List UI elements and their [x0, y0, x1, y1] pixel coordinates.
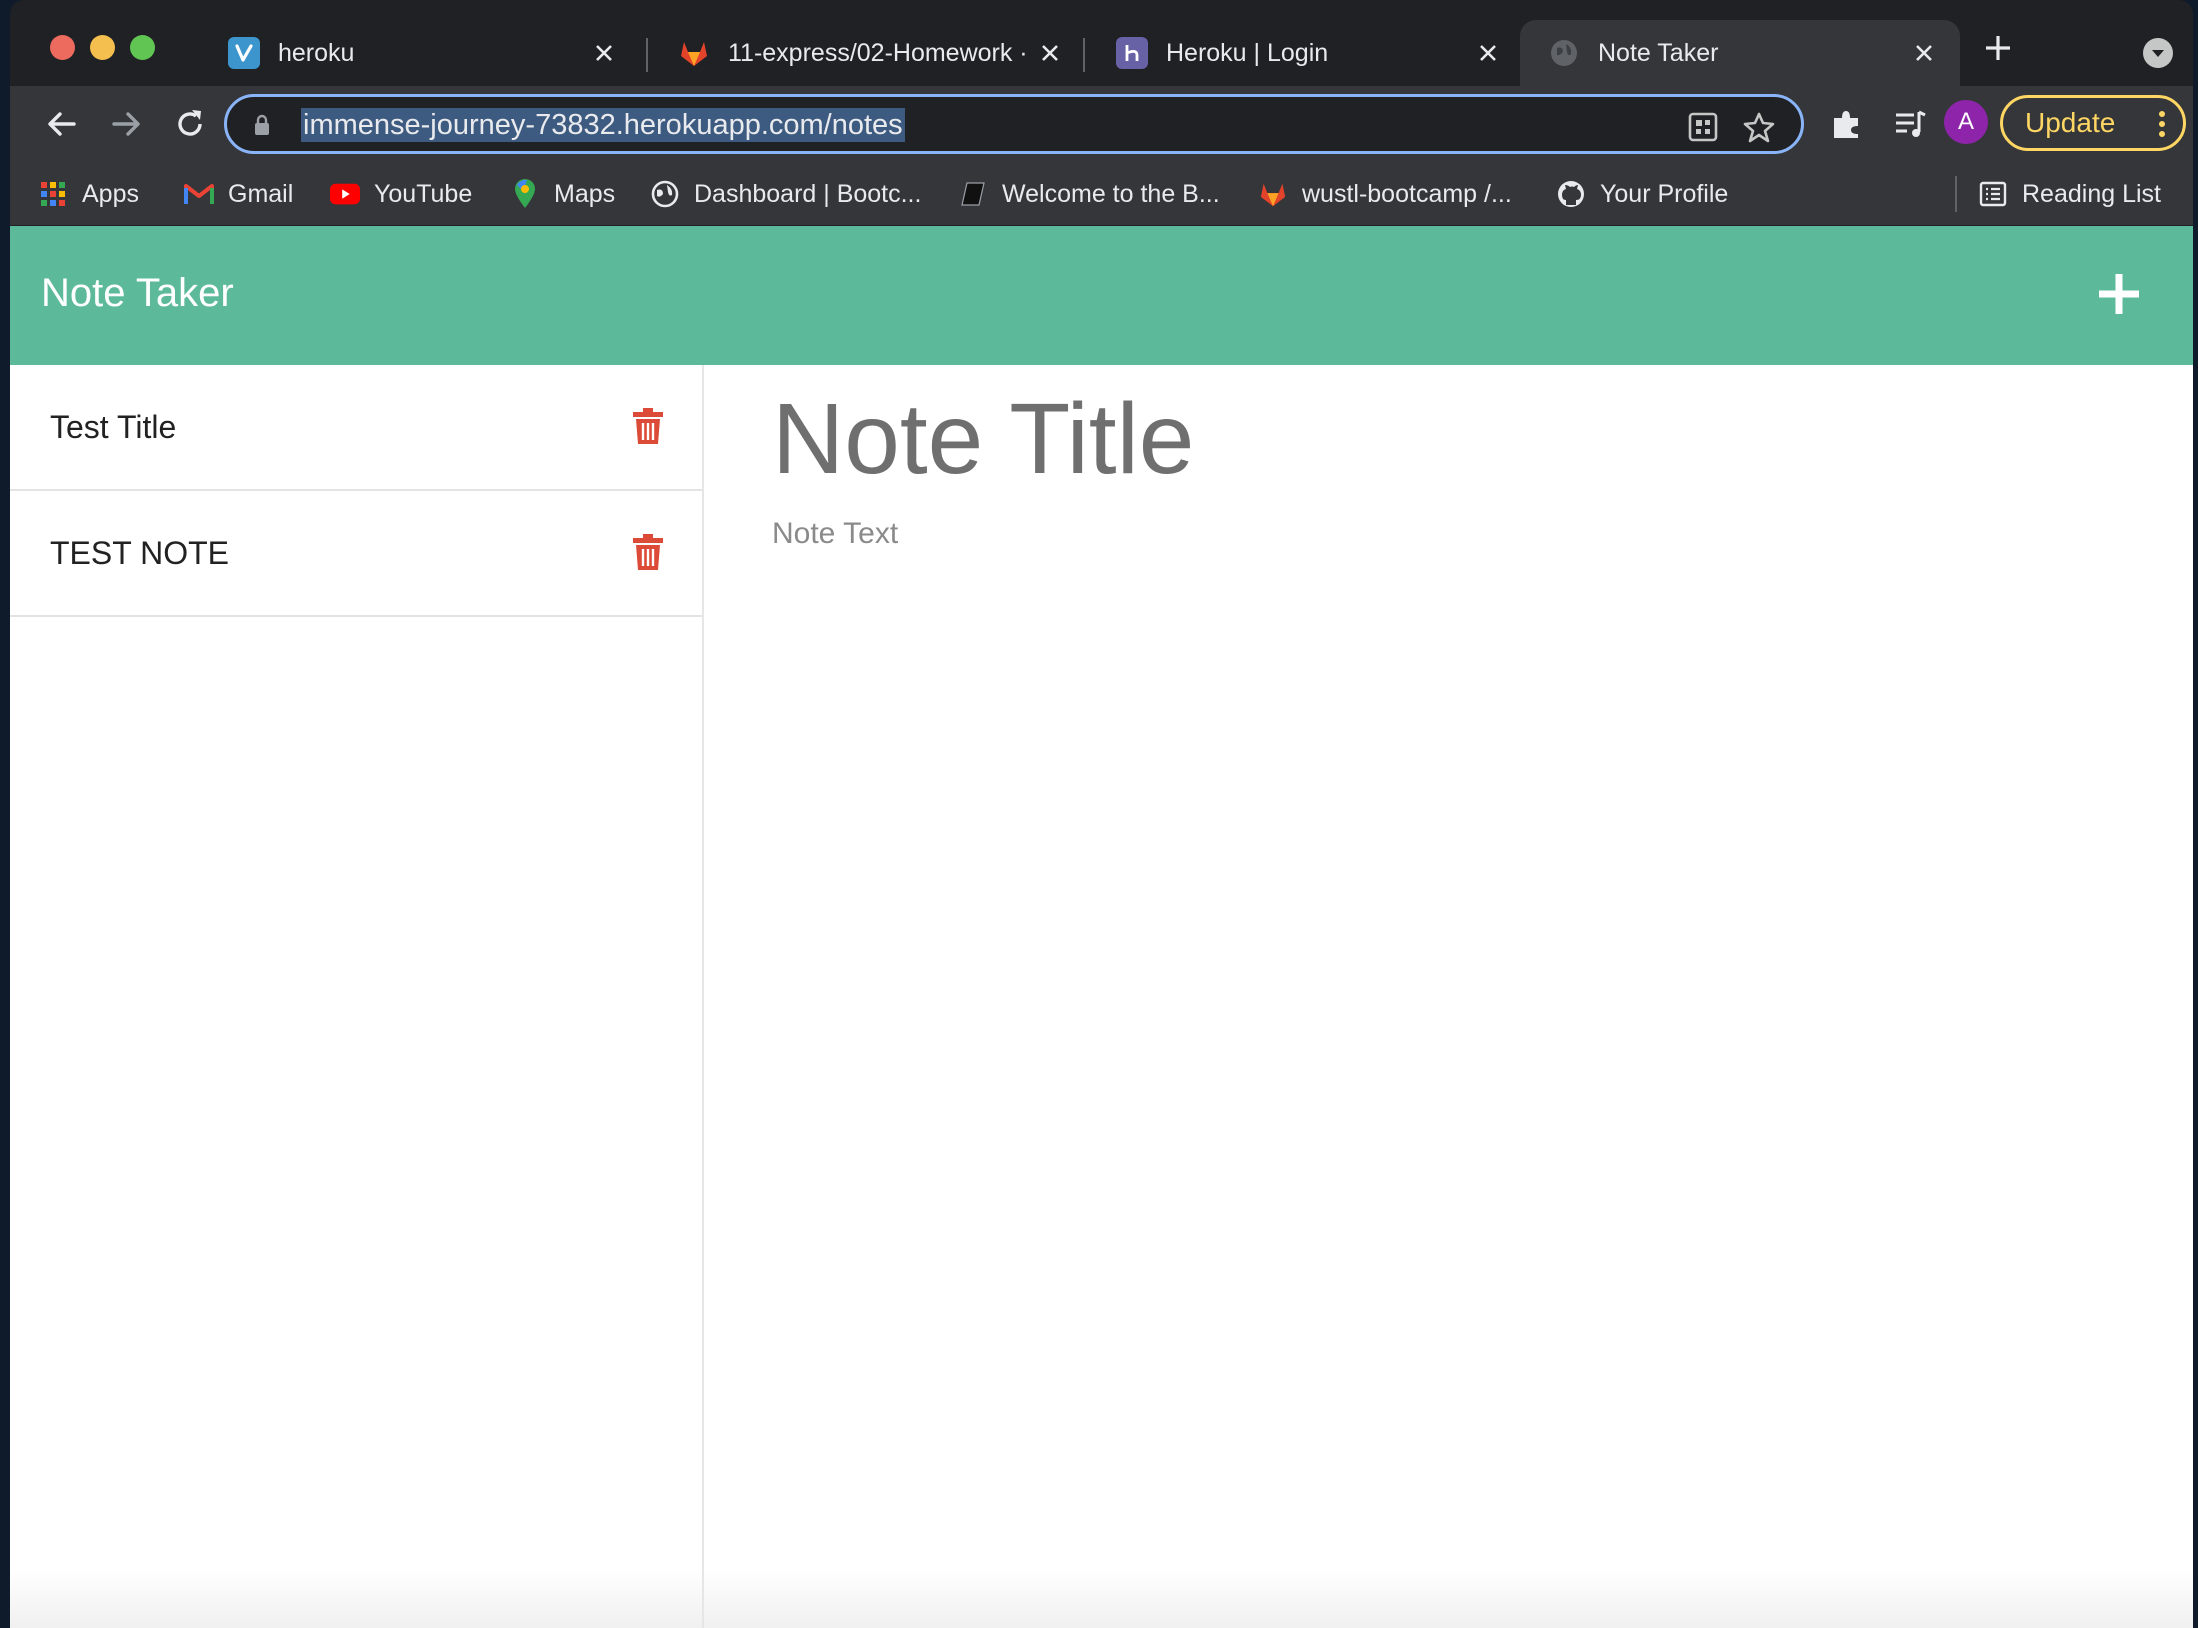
tab-note-taker[interactable]: Note Taker	[1520, 20, 1960, 86]
bookmark-welcome[interactable]: Welcome to the B...	[958, 176, 1220, 212]
github-icon	[1556, 179, 1586, 209]
tab-divider	[1083, 38, 1085, 72]
app-title[interactable]: Note Taker	[41, 271, 234, 316]
forward-arrow-icon[interactable]	[108, 106, 144, 142]
reading-list-icon	[1978, 179, 2008, 209]
bookmark-label: Gmail	[228, 179, 294, 208]
new-tab-plus-icon[interactable]	[1982, 32, 2014, 64]
bookmark-your-profile[interactable]: Your Profile	[1556, 176, 1728, 212]
update-label: Update	[2025, 107, 2116, 138]
notes-list: Test Title TEST NOTE	[10, 365, 704, 1628]
gmail-icon	[184, 179, 214, 209]
gitlab-fox-icon	[678, 37, 710, 69]
extensions-puzzle-icon[interactable]	[1828, 106, 1864, 142]
bookmark-youtube[interactable]: YouTube	[330, 176, 472, 212]
note-item-title[interactable]: TEST NOTE	[50, 535, 229, 572]
tab-title: Note Taker	[1598, 38, 1719, 67]
note-item-title[interactable]: Test Title	[50, 409, 176, 446]
globe-icon	[650, 179, 680, 209]
address-bar[interactable]: immense-journey-73832.herokuapp.com/note…	[224, 94, 1804, 154]
note-editor	[704, 365, 2193, 1628]
profile-avatar[interactable]: A	[1944, 100, 1988, 144]
note-title-input[interactable]	[770, 379, 2120, 499]
kebab-menu-icon[interactable]	[2159, 110, 2165, 138]
reload-icon[interactable]	[172, 106, 208, 142]
tab-title: 11-express/02-Homework ·	[728, 38, 1028, 67]
bookmark-dashboard[interactable]: Dashboard | Bootc...	[650, 176, 921, 212]
reading-list-button[interactable]: Reading List	[1978, 176, 2161, 212]
tab-title: heroku	[278, 38, 355, 67]
tab-search-chevron-icon[interactable]	[2143, 38, 2173, 68]
window-close-button[interactable]	[50, 35, 75, 60]
youtube-icon	[330, 179, 360, 209]
bookmarks-divider	[1955, 176, 1957, 212]
note-list-item[interactable]: TEST NOTE	[10, 491, 702, 617]
bookmark-label: Your Profile	[1600, 179, 1729, 208]
note-taker-page: Note Taker Test Title TEST NOTE	[10, 226, 2193, 1628]
bookmark-label: YouTube	[374, 179, 473, 208]
browser-toolbar: immense-journey-73832.herokuapp.com/note…	[10, 86, 2193, 162]
bookmark-wustl-bootcamp[interactable]: wustl-bootcamp /...	[1258, 176, 1512, 212]
tab-heroku[interactable]: heroku	[200, 20, 640, 86]
tab-gitlab-homework[interactable]: 11-express/02-Homework ·	[650, 20, 1086, 86]
tab-heroku-login[interactable]: Heroku | Login	[1088, 20, 1524, 86]
app-header: Note Taker	[10, 226, 2193, 365]
globe-icon	[1548, 37, 1580, 69]
qr-code-icon[interactable]	[1687, 111, 1719, 143]
close-tab-icon[interactable]	[590, 39, 618, 67]
note-list-item[interactable]: Test Title	[10, 365, 702, 491]
tab-title: Heroku | Login	[1166, 38, 1329, 67]
bookmark-label: Welcome to the B...	[1002, 179, 1220, 208]
media-queue-icon[interactable]	[1892, 106, 1928, 142]
window-maximize-button[interactable]	[130, 35, 155, 60]
update-button[interactable]: Update	[2000, 95, 2186, 151]
bookmark-label: Maps	[554, 179, 616, 208]
bookmark-star-icon[interactable]	[1743, 111, 1775, 143]
heroku-h-icon	[1116, 37, 1148, 69]
bookmark-maps[interactable]: Maps	[510, 176, 615, 212]
bottom-edge-shadow	[10, 1568, 2193, 1628]
back-arrow-icon[interactable]	[44, 106, 80, 142]
bookmark-apps[interactable]: Apps	[38, 176, 139, 212]
lock-icon	[253, 114, 271, 141]
url-text[interactable]: immense-journey-73832.herokuapp.com/note…	[301, 108, 905, 142]
maps-pin-icon	[510, 179, 540, 209]
close-tab-icon[interactable]	[1036, 39, 1064, 67]
apps-grid-icon	[38, 179, 68, 209]
bookmark-label: wustl-bootcamp /...	[1302, 179, 1512, 208]
window-minimize-button[interactable]	[90, 35, 115, 60]
bookmark-label: Dashboard | Bootc...	[694, 179, 922, 208]
bookmark-label: Apps	[82, 179, 139, 208]
close-tab-icon[interactable]	[1910, 39, 1938, 67]
bookmark-gmail[interactable]: Gmail	[184, 176, 293, 212]
book-icon	[958, 179, 988, 209]
tab-strip: heroku 11-express/02-Homework · Heroku |…	[10, 0, 2193, 86]
gitlab-fox-icon	[1258, 179, 1288, 209]
note-text-textarea[interactable]	[770, 515, 2120, 1415]
trash-icon[interactable]	[632, 407, 664, 445]
tab-divider	[646, 38, 648, 72]
browser-window: heroku 11-express/02-Homework · Heroku |…	[10, 0, 2193, 1628]
close-tab-icon[interactable]	[1474, 39, 1502, 67]
bookmarks-bar: Apps Gmail YouTube Maps Dashboard | Boot…	[10, 162, 2193, 226]
new-note-plus-icon[interactable]	[2095, 270, 2143, 318]
venmo-v-icon	[228, 37, 260, 69]
trash-icon[interactable]	[632, 533, 664, 571]
reading-list-label: Reading List	[2022, 179, 2161, 208]
